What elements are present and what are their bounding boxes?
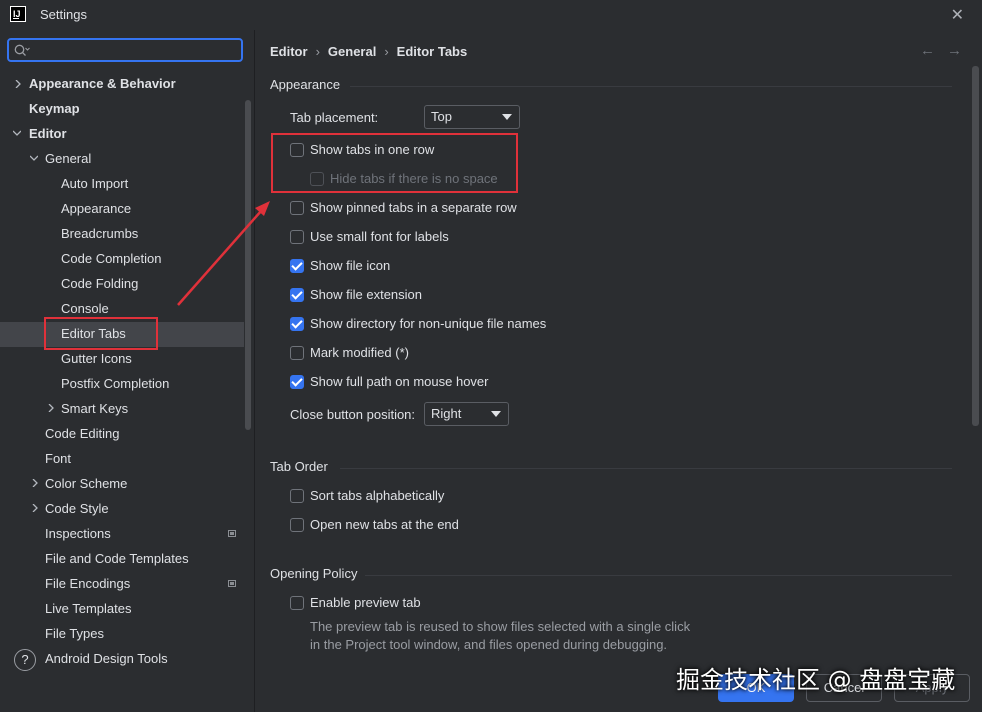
checkbox-checked[interactable] <box>290 288 304 302</box>
back-arrow-icon[interactable]: ← <box>920 42 935 59</box>
breadcrumb-item[interactable]: General <box>328 44 376 59</box>
preview-tab-description: The preview tab is reused to show files … <box>310 619 691 652</box>
sidebar-item-live-templates[interactable]: Live Templates <box>45 596 131 621</box>
breadcrumb: Editor › General › Editor Tabs <box>270 44 467 59</box>
section-title-appearance: Appearance <box>270 77 341 92</box>
sidebar-item-font[interactable]: Font <box>45 446 71 471</box>
dropdown-arrow-icon <box>491 411 501 417</box>
section-separator <box>365 575 952 576</box>
sidebar-item-android-design-tools[interactable]: Android Design Tools <box>45 646 168 671</box>
checkbox[interactable] <box>290 230 304 244</box>
checkbox[interactable] <box>290 346 304 360</box>
search-field[interactable] <box>7 38 243 62</box>
sidebar-item-general[interactable]: General <box>45 146 91 171</box>
section-title-opening-policy: Opening Policy <box>270 566 358 581</box>
checkbox[interactable] <box>290 201 304 215</box>
content-scrollbar[interactable] <box>972 66 979 426</box>
breadcrumb-separator: › <box>384 44 389 59</box>
title-bar: IJ Settings ✕ <box>0 0 982 30</box>
sidebar-item-file-types[interactable]: File Types <box>45 621 104 646</box>
sidebar-item-code-style[interactable]: Code Style <box>45 496 109 521</box>
sidebar-item-file-code-templates[interactable]: File and Code Templates <box>45 546 189 571</box>
checkbox-checked[interactable] <box>290 259 304 273</box>
settings-sidebar: Appearance & Behavior Keymap Editor Gene… <box>0 30 254 712</box>
sidebar-scrollbar[interactable] <box>245 100 251 430</box>
checkbox-checked[interactable] <box>290 317 304 331</box>
section-separator <box>340 468 952 469</box>
intellij-logo-icon: IJ <box>10 6 26 22</box>
sidebar-item-smart-keys[interactable]: Smart Keys <box>61 396 128 421</box>
checkbox[interactable] <box>290 596 304 610</box>
sidebar-item-code-completion[interactable]: Code Completion <box>61 246 161 271</box>
close-icon[interactable]: ✕ <box>951 5 964 25</box>
window-title: Settings <box>40 7 87 22</box>
sidebar-item-gutter-icons[interactable]: Gutter Icons <box>61 346 132 371</box>
sidebar-item-auto-import[interactable]: Auto Import <box>61 171 128 196</box>
checkbox-checked[interactable] <box>290 375 304 389</box>
history-navigation: ← → <box>908 42 962 59</box>
checkbox[interactable] <box>290 489 304 503</box>
checkbox[interactable] <box>290 143 304 157</box>
watermark: 掘金技术社区 @ 盘盘宝藏 <box>676 666 956 694</box>
chevron-right-icon[interactable] <box>31 479 39 487</box>
close-button-position-label: Close button position: <box>290 407 416 422</box>
sidebar-item-editor[interactable]: Editor <box>29 121 67 146</box>
sidebar-item-code-folding[interactable]: Code Folding <box>61 271 138 296</box>
tab-placement-label: Tab placement: <box>290 110 379 125</box>
sidebar-item-appearance-behavior[interactable]: Appearance & Behavior <box>29 71 176 96</box>
breadcrumb-item: Editor Tabs <box>396 44 468 59</box>
help-button[interactable]: ? <box>14 649 36 671</box>
section-title-tab-order: Tab Order <box>270 459 328 474</box>
project-scope-icon <box>228 530 236 537</box>
sidebar-item-code-editing[interactable]: Code Editing <box>45 421 119 446</box>
settings-content: Editor › General › Editor Tabs ← → Appearance… <box>255 30 982 712</box>
breadcrumb-item[interactable]: Editor <box>270 44 308 59</box>
chevron-right-icon[interactable] <box>14 80 22 88</box>
checkbox[interactable] <box>290 518 304 532</box>
tab-placement-select[interactable]: Top <box>424 105 520 129</box>
sidebar-item-postfix-completion[interactable]: Postfix Completion <box>61 371 169 396</box>
close-button-position-select[interactable]: Right <box>424 402 509 426</box>
forward-arrow-icon[interactable]: → <box>947 42 962 59</box>
breadcrumb-separator: › <box>315 44 320 59</box>
dropdown-arrow-icon <box>502 114 512 120</box>
chevron-right-icon[interactable] <box>31 504 39 512</box>
sidebar-item-keymap[interactable]: Keymap <box>29 96 80 121</box>
sidebar-item-color-scheme[interactable]: Color Scheme <box>45 471 127 496</box>
chevron-down-icon[interactable] <box>30 154 38 162</box>
section-separator <box>350 86 952 87</box>
sidebar-item-appearance[interactable]: Appearance <box>61 196 131 221</box>
checkbox <box>310 172 324 186</box>
sidebar-item-file-encodings[interactable]: File Encodings <box>45 571 130 596</box>
chevron-down-icon[interactable] <box>13 129 21 137</box>
search-icon <box>14 44 30 56</box>
sidebar-item-breadcrumbs[interactable]: Breadcrumbs <box>61 221 138 246</box>
sidebar-item-inspections[interactable]: Inspections <box>45 521 111 546</box>
chevron-right-icon[interactable] <box>47 404 55 412</box>
search-input[interactable] <box>35 41 239 61</box>
project-scope-icon <box>228 580 236 587</box>
